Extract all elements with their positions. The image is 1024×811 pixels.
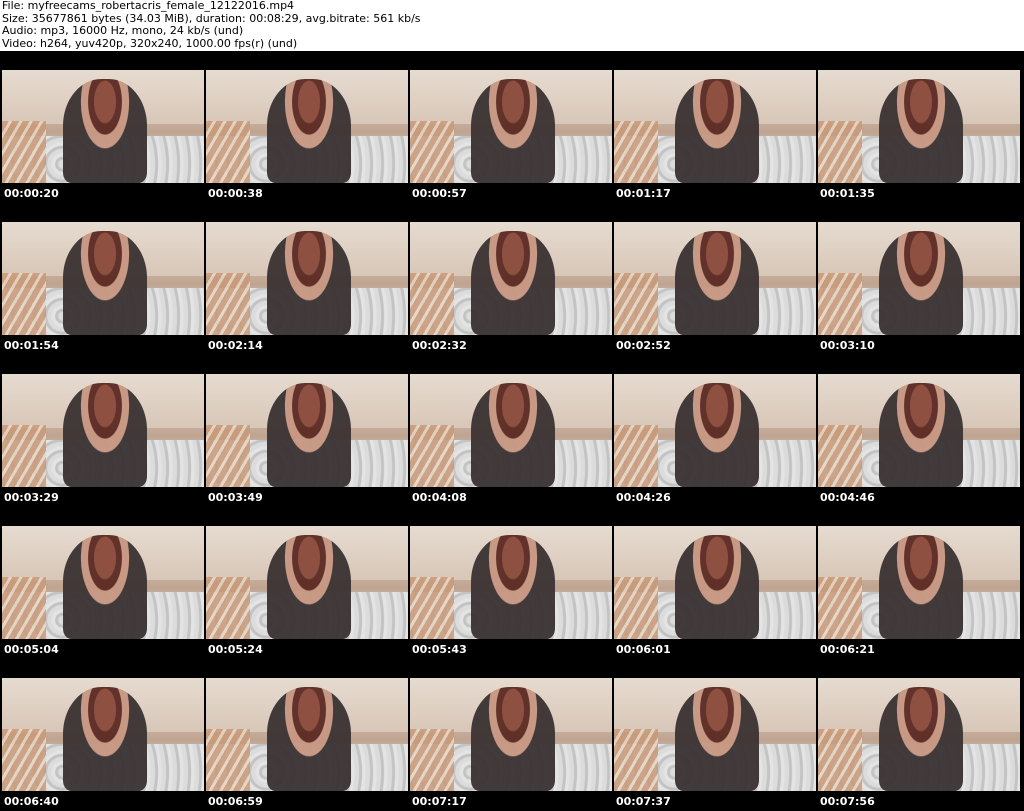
video-thumbnail [2,526,204,639]
video-thumbnail [818,526,1020,639]
video-thumbnail [410,678,612,791]
file-info-header: File: myfreecams_robertacris_female_1212… [2,0,1022,50]
timestamp-label: 00:05:24 [208,643,263,656]
timestamp-label: 00:05:04 [4,643,59,656]
thumbnail-grid: 00:00:20 00:00:38 00:00:57 00:01:17 00:0… [0,51,1024,811]
timestamp-label: 00:00:57 [412,187,467,200]
video-thumbnail [818,678,1020,791]
timestamp-label: 00:06:21 [820,643,875,656]
timestamp-label: 00:02:32 [412,339,467,352]
video-thumbnail [614,70,816,183]
timestamp-label: 00:01:54 [4,339,59,352]
video-thumbnail [206,70,408,183]
timestamp-label: 00:07:17 [412,795,467,808]
timestamp-label: 00:06:01 [616,643,671,656]
video-thumbnail [410,70,612,183]
video-thumbnail [614,222,816,335]
video-thumbnail [410,526,612,639]
timestamp-label: 00:04:08 [412,491,467,504]
thumbnail-row: 00:03:29 00:03:49 00:04:08 00:04:26 00:0… [0,355,1024,507]
video-thumbnail [818,222,1020,335]
timestamp-label: 00:00:20 [4,187,59,200]
thumbnail-row: 00:01:54 00:02:14 00:02:32 00:02:52 00:0… [0,203,1024,355]
timestamp-label: 00:06:59 [208,795,263,808]
video-thumbnail [410,222,612,335]
video-thumbnail [206,526,408,639]
timestamp-label: 00:03:49 [208,491,263,504]
timestamp-label: 00:04:26 [616,491,671,504]
timestamp-label: 00:01:17 [616,187,671,200]
video-thumbnail [206,222,408,335]
video-thumbnail [818,70,1020,183]
timestamp-label: 00:04:46 [820,491,875,504]
video-thumbnail [2,374,204,487]
timestamp-label: 00:03:10 [820,339,875,352]
video-thumbnail [818,374,1020,487]
video-thumbnail [206,678,408,791]
video-thumbnail [206,374,408,487]
video-thumbnail [2,222,204,335]
audio-info: Audio: mp3, 16000 Hz, mono, 24 kb/s (und… [2,24,244,37]
timestamp-label: 00:03:29 [4,491,59,504]
video-thumbnail [614,374,816,487]
timestamp-label: 00:07:56 [820,795,875,808]
video-info: Video: h264, yuv420p, 320x240, 1000.00 f… [2,36,298,50]
timestamp-label: 00:05:43 [412,643,467,656]
video-thumbnail [2,70,204,183]
timestamp-label: 00:01:35 [820,187,875,200]
timestamp-label: 00:02:52 [616,339,671,352]
video-thumbnail [614,678,816,791]
file-name: File: myfreecams_robertacris_female_1212… [2,0,295,12]
timestamp-label: 00:07:37 [616,795,671,808]
thumbnail-row: 00:06:40 00:06:59 00:07:17 00:07:37 00:0… [0,659,1024,811]
video-thumbnail [2,678,204,791]
video-thumbnail [614,526,816,639]
timestamp-label: 00:02:14 [208,339,263,352]
thumbnail-row: 00:05:04 00:05:24 00:05:43 00:06:01 00:0… [0,507,1024,659]
thumbnail-row: 00:00:20 00:00:38 00:00:57 00:01:17 00:0… [0,51,1024,203]
video-thumbnail [410,374,612,487]
timestamp-label: 00:06:40 [4,795,59,808]
timestamp-label: 00:00:38 [208,187,263,200]
